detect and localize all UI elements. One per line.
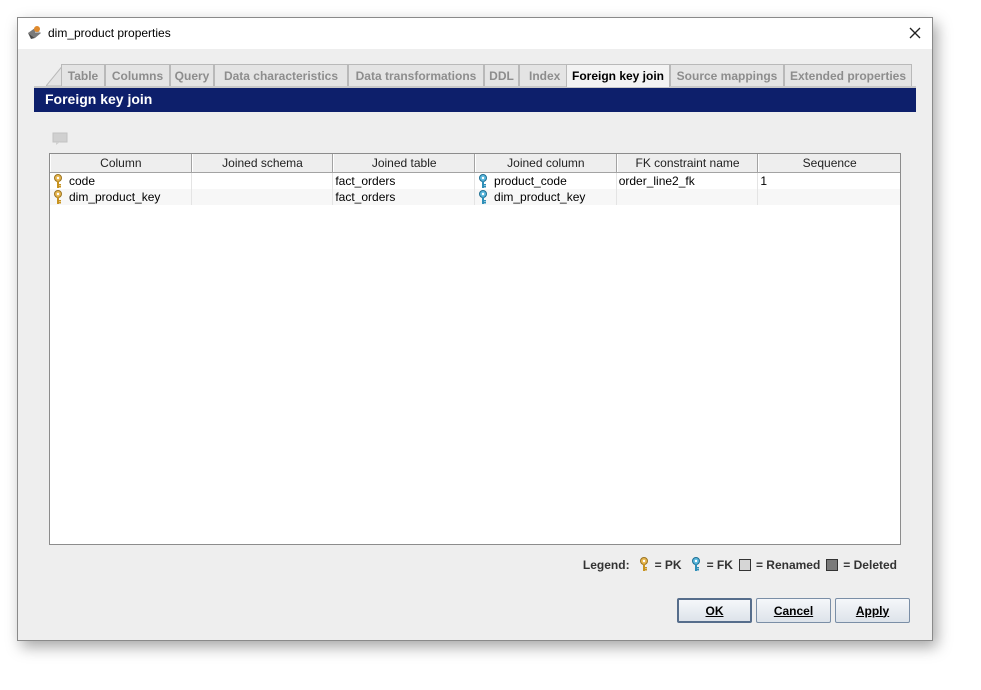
fk-key-icon <box>479 189 488 204</box>
fk-key-icon <box>691 557 700 571</box>
ok-button[interactable]: OK <box>677 598 752 623</box>
renamed-swatch <box>738 558 751 571</box>
cell-joined-table: fact_orders <box>333 173 476 189</box>
tab-extended-properties[interactable]: Extended properties <box>784 64 912 86</box>
table-header: Column Joined schema Joined table Joined… <box>50 154 900 173</box>
col-header-joined-schema[interactable]: Joined schema <box>191 154 334 172</box>
col-header-joined-table[interactable]: Joined table <box>333 154 476 172</box>
tab-data-characteristics[interactable]: Data characteristics <box>214 64 348 86</box>
foreign-key-table: Column Joined schema Joined table Joined… <box>49 153 901 545</box>
cancel-button[interactable]: Cancel <box>756 598 831 623</box>
title-bar: dim_product properties <box>18 18 932 49</box>
cell-joined-schema <box>192 189 334 205</box>
tab-index[interactable]: Index <box>519 64 568 86</box>
cell-joined-column: product_code <box>475 173 617 189</box>
comment-icon[interactable] <box>52 132 68 146</box>
cell-joined-schema <box>192 173 334 189</box>
cell-fk-constraint-name <box>617 189 759 205</box>
table-row[interactable]: dim_product_key fact_orders dim_product_… <box>50 189 900 205</box>
col-header-sequence[interactable]: Sequence <box>758 154 900 172</box>
tab-ddl[interactable]: DDL <box>484 64 519 86</box>
legend-deleted: = Deleted <box>843 557 897 572</box>
deleted-swatch <box>826 558 839 571</box>
cell-sequence: 1 <box>760 174 768 188</box>
legend-renamed: = Renamed <box>755 557 821 572</box>
window-title: dim_product properties <box>48 26 171 40</box>
apply-button[interactable]: Apply <box>835 598 910 623</box>
tab-query[interactable]: Query <box>170 64 214 86</box>
tab-source-mappings[interactable]: Source mappings <box>670 64 784 86</box>
col-header-joined-column[interactable]: Joined column <box>475 154 617 172</box>
cell-joined-table: fact_orders <box>333 189 476 205</box>
pk-key-icon <box>639 557 648 571</box>
cell-text: dim_product_key <box>69 190 161 204</box>
tab-table[interactable]: Table <box>61 64 105 86</box>
pk-key-icon <box>54 173 62 188</box>
fk-key-icon <box>479 173 488 188</box>
cell-column: code <box>50 173 192 189</box>
cell-text: code <box>69 174 96 188</box>
legend-pk: = PK <box>654 557 682 572</box>
cell-joined-column: dim_product_key <box>475 189 617 205</box>
legend-label: Legend: <box>582 557 630 572</box>
panel-title: Foreign key join <box>34 86 916 112</box>
properties-dialog: dim_product properties Table Columns Que… <box>17 17 933 641</box>
tab-columns[interactable]: Columns <box>105 64 170 86</box>
cell-sequence <box>758 189 900 205</box>
table-row[interactable]: code fact_orders product_code order_line… <box>50 173 900 189</box>
pk-key-icon <box>54 189 62 204</box>
close-icon[interactable] <box>906 24 924 42</box>
col-header-column[interactable]: Column <box>50 154 192 172</box>
tab-data-transformations[interactable]: Data transformations <box>348 64 484 86</box>
legend: Legend: = PK = FK = Renamed = Deleted <box>583 557 897 572</box>
cell-text: product_code <box>494 174 567 188</box>
tab-foreign-key-join[interactable]: Foreign key join <box>566 64 670 87</box>
cell-fk-constraint-name: order_line2_fk <box>617 173 759 189</box>
app-icon <box>28 26 41 39</box>
legend-fk: = FK <box>706 557 733 572</box>
col-header-fk-constraint-name[interactable]: FK constraint name <box>616 154 759 172</box>
cell-column: dim_product_key <box>50 189 192 205</box>
cell-text: dim_product_key <box>494 190 586 204</box>
